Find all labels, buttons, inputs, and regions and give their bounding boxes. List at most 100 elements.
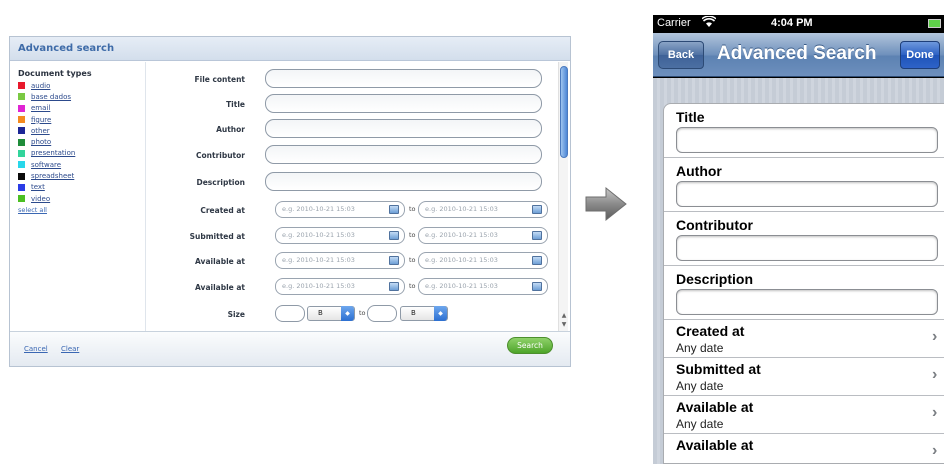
contributor-input[interactable] — [265, 145, 542, 164]
search-button[interactable]: Search — [507, 337, 553, 354]
back-button[interactable]: Back — [658, 41, 704, 69]
navigation-bar: Back Advanced Search Done — [653, 33, 944, 77]
calendar-icon[interactable] — [389, 282, 399, 291]
scroll-down-arrow-icon[interactable]: ▼ — [560, 321, 568, 328]
color-swatch-icon — [18, 149, 25, 157]
submitted-at-value: Any date — [676, 379, 724, 393]
doc-type-item[interactable]: spreadsheet — [18, 170, 145, 181]
created-at-cell[interactable]: Created at Any date › — [664, 320, 944, 358]
created-to-placeholder: e.g. 2010-10-21 15:03 — [425, 205, 498, 213]
form-scrollbar[interactable]: ▲ ▼ — [558, 62, 568, 332]
title-field[interactable] — [676, 127, 938, 153]
calendar-icon[interactable] — [532, 205, 542, 214]
file-content-input[interactable] — [265, 69, 542, 88]
calendar-icon[interactable] — [389, 205, 399, 214]
iphone-screen: Carrier 4:04 PM Back Advanced Search Don… — [653, 15, 944, 464]
size-max-unit: B — [411, 309, 416, 317]
color-swatch-icon — [18, 138, 25, 146]
available-to-placeholder: e.g. 2010-10-21 15:03 — [425, 256, 498, 264]
available2-to-input[interactable]: e.g. 2010-10-21 15:03 — [418, 278, 548, 295]
doc-type-item[interactable]: audio — [18, 80, 145, 91]
doc-type-item[interactable]: other — [18, 125, 145, 136]
doc-type-item[interactable]: photo — [18, 136, 145, 147]
author-label: Author — [216, 125, 245, 134]
doc-type-item[interactable]: software — [18, 159, 145, 170]
submitted-to-placeholder: e.g. 2010-10-21 15:03 — [425, 231, 498, 239]
title-input[interactable] — [265, 94, 542, 113]
size-max-unit-select[interactable]: B ◆ — [400, 306, 448, 321]
calendar-icon[interactable] — [532, 231, 542, 240]
doc-type-item[interactable]: email — [18, 103, 145, 114]
author-input[interactable] — [265, 119, 542, 138]
doc-type-link[interactable]: video — [31, 195, 50, 203]
doc-type-item[interactable]: video — [18, 193, 145, 204]
doc-type-item[interactable]: text — [18, 182, 145, 193]
available-to-input[interactable]: e.g. 2010-10-21 15:03 — [418, 252, 548, 269]
to-label: to — [409, 256, 416, 264]
available-at-cell[interactable]: Available at Any date › — [664, 396, 944, 434]
available2-from-placeholder: e.g. 2010-10-21 15:03 — [282, 282, 355, 290]
doc-type-link[interactable]: spreadsheet — [31, 172, 74, 180]
submitted-to-input[interactable]: e.g. 2010-10-21 15:03 — [418, 227, 548, 244]
calendar-icon[interactable] — [532, 282, 542, 291]
size-min-input[interactable] — [275, 305, 305, 322]
submitted-from-input[interactable]: e.g. 2010-10-21 15:03 — [275, 227, 405, 244]
chevron-right-icon: › — [932, 404, 938, 421]
doc-type-item[interactable]: presentation — [18, 148, 145, 159]
created-from-input[interactable]: e.g. 2010-10-21 15:03 — [275, 201, 405, 218]
size-max-input[interactable] — [367, 305, 397, 322]
chevron-right-icon: › — [932, 366, 938, 383]
done-button[interactable]: Done — [900, 41, 940, 69]
scrollbar-thumb[interactable] — [560, 66, 568, 158]
doc-type-link[interactable]: presentation — [31, 149, 75, 157]
author-row: Author — [147, 119, 560, 145]
created-at-row: Created at e.g. 2010-10-21 15:03 to e.g.… — [147, 200, 560, 226]
available-from-input[interactable]: e.g. 2010-10-21 15:03 — [275, 252, 405, 269]
author-cell: Author — [664, 158, 944, 212]
calendar-icon[interactable] — [389, 256, 399, 265]
page-title: Advanced Search — [717, 43, 877, 64]
cancel-link[interactable]: Cancel — [24, 345, 48, 353]
calendar-icon[interactable] — [532, 256, 542, 265]
select-all-link[interactable]: select all — [18, 206, 145, 214]
doc-type-link[interactable]: base dados — [31, 93, 71, 101]
submitted-at-row: Submitted at e.g. 2010-10-21 15:03 to e.… — [147, 226, 560, 252]
doc-type-link[interactable]: figure — [31, 116, 51, 124]
available-at-row-1: Available at e.g. 2010-10-21 15:03 to e.… — [147, 251, 560, 277]
scroll-up-arrow-icon[interactable]: ▲ — [560, 312, 568, 319]
chevron-right-icon: › — [932, 328, 938, 345]
web-advanced-search-panel: Advanced search Document types audio base… — [9, 36, 571, 367]
contributor-field[interactable] — [676, 235, 938, 261]
description-input[interactable] — [265, 172, 542, 191]
description-field[interactable] — [676, 289, 938, 315]
calendar-icon[interactable] — [389, 231, 399, 240]
doc-type-link[interactable]: email — [31, 104, 50, 112]
doc-type-link[interactable]: other — [31, 127, 50, 135]
wifi-icon — [701, 15, 717, 31]
doc-type-link[interactable]: text — [31, 183, 45, 191]
submitted-from-placeholder: e.g. 2010-10-21 15:03 — [282, 231, 355, 239]
doc-type-item[interactable]: figure — [18, 114, 145, 125]
color-swatch-icon — [18, 183, 25, 191]
available-at-value: Any date — [676, 417, 724, 431]
available2-to-placeholder: e.g. 2010-10-21 15:03 — [425, 282, 498, 290]
created-to-input[interactable]: e.g. 2010-10-21 15:03 — [418, 201, 548, 218]
carrier-label: Carrier — [657, 17, 691, 29]
available-at-cell-2[interactable]: Available at › — [664, 434, 944, 464]
size-min-unit-select[interactable]: B ◆ — [307, 306, 355, 321]
submitted-at-label: Submitted at — [676, 361, 761, 377]
clear-link[interactable]: Clear — [61, 345, 79, 353]
author-field[interactable] — [676, 181, 938, 207]
file-content-label: File content — [194, 75, 246, 84]
submitted-at-cell[interactable]: Submitted at Any date › — [664, 358, 944, 396]
doc-type-item[interactable]: base dados — [18, 91, 145, 102]
contributor-cell: Contributor — [664, 212, 944, 266]
grouped-table-view[interactable]: Title Author Contributor Description Cre… — [653, 78, 944, 464]
available2-from-input[interactable]: e.g. 2010-10-21 15:03 — [275, 278, 405, 295]
available-from-placeholder: e.g. 2010-10-21 15:03 — [282, 256, 355, 264]
doc-type-link[interactable]: software — [31, 161, 61, 169]
doc-type-link[interactable]: audio — [31, 82, 50, 90]
panel-body: Document types audio base dados email figur… — [10, 62, 570, 332]
size-min-unit: B — [318, 309, 323, 317]
doc-type-link[interactable]: photo — [31, 138, 51, 146]
